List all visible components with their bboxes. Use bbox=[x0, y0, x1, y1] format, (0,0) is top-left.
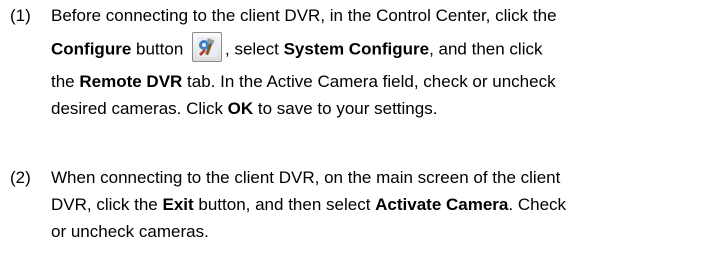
text-span: Before connecting to the client DVR, in … bbox=[51, 6, 557, 25]
system-configure-label: System Configure bbox=[283, 39, 430, 59]
text-span: When connecting to the client DVR, on th… bbox=[51, 168, 561, 187]
configure-label: Configure bbox=[51, 39, 132, 59]
instruction-page: (1) Before connecting to the client DVR,… bbox=[0, 0, 706, 257]
text-line: desired cameras. Click OK to save to you… bbox=[51, 95, 437, 123]
text-line: Before connecting to the client DVR, in … bbox=[51, 2, 557, 30]
text-span: , and then click bbox=[429, 39, 543, 59]
text-span: to save to your settings. bbox=[253, 99, 438, 118]
text-span: tab. In the Active Camera field, check o… bbox=[182, 72, 556, 91]
text-span: , select bbox=[225, 39, 284, 59]
text-span: desired cameras. Click bbox=[51, 99, 228, 118]
item-number: (1) bbox=[10, 6, 31, 25]
text-line: DVR, click the Exit button, and then sel… bbox=[51, 191, 566, 219]
remote-dvr-label: Remote DVR bbox=[79, 72, 183, 91]
text-span: button, and then select bbox=[193, 195, 376, 214]
text-span: . Check bbox=[508, 195, 567, 214]
item-number: (2) bbox=[10, 168, 31, 187]
ok-label: OK bbox=[227, 99, 254, 118]
text-span: or uncheck cameras. bbox=[51, 222, 209, 241]
text-span: button bbox=[131, 39, 188, 59]
text-span: DVR, click the bbox=[51, 195, 163, 214]
activate-camera-label: Activate Camera bbox=[375, 195, 509, 214]
text-line: the Remote DVR tab. In the Active Camera… bbox=[51, 68, 556, 96]
text-line: Configure button , select System Configu… bbox=[51, 32, 543, 65]
text-line: or uncheck cameras. bbox=[51, 218, 209, 246]
text-span: the bbox=[51, 72, 80, 91]
configure-tools-icon bbox=[192, 32, 222, 62]
text-line: When connecting to the client DVR, on th… bbox=[51, 164, 560, 192]
exit-label: Exit bbox=[162, 195, 194, 214]
